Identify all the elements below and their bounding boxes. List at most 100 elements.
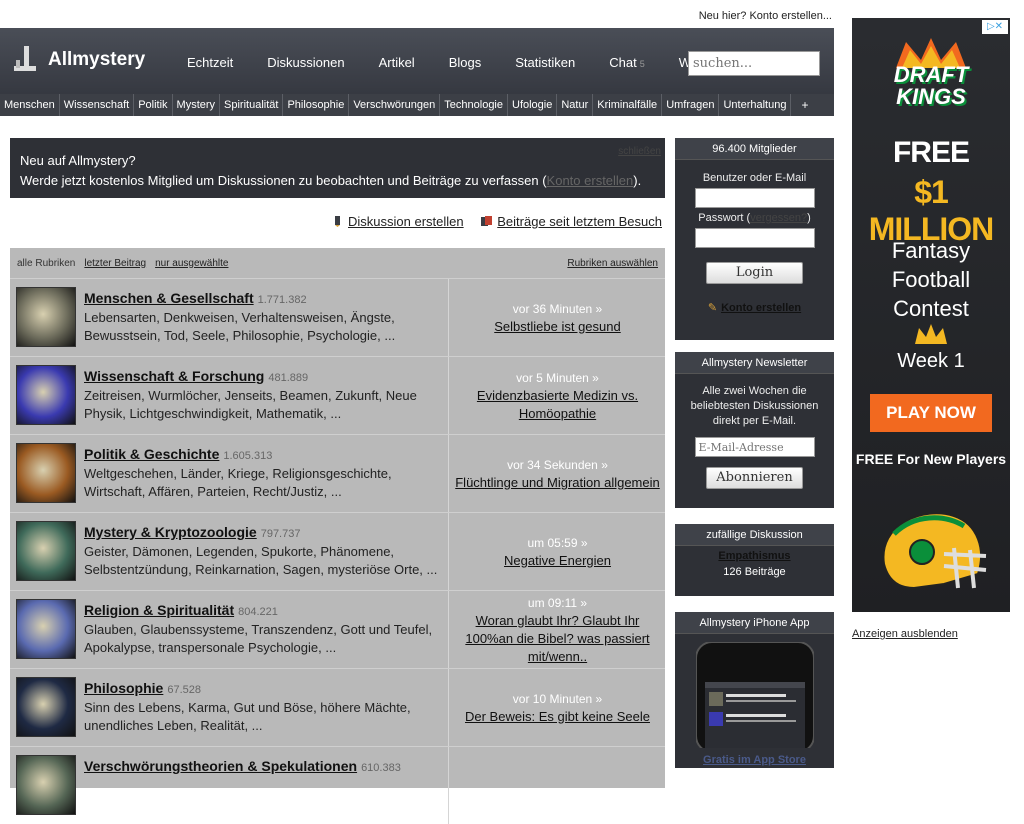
category-tab[interactable]: Unterhaltung [719,94,792,116]
last-post-topic-link[interactable]: Woran glaubt Ihr? Glaubt Ihr 100%an die … [450,612,665,666]
forum-title-link[interactable]: Menschen & Gesellschaft [84,290,254,306]
random-discussion-link[interactable]: Empathismus [675,550,834,562]
forum-title-link[interactable]: Philosophie [84,680,163,696]
last-post-time[interactable]: vor 10 Minuten » [513,690,602,708]
newsletter-email-field[interactable] [694,437,815,457]
category-tab[interactable]: Ufologie [508,94,558,116]
create-discussion-link[interactable]: Diskussion erstellen [332,214,464,229]
posts-since-last-visit-link[interactable]: Beiträge seit letztem Besuch [481,214,662,229]
last-post-time[interactable]: um 09:11 » [528,594,587,612]
nav-artikel[interactable]: Artikel [362,55,432,70]
password-label: Passwort (vergessen?) [675,212,834,224]
username-field[interactable] [694,188,815,208]
forum-info: Religion & Spiritualität 804.221 Glauben, … [84,601,444,657]
login-box: 96.400 Mitglieder Benutzer oder E-Mail P… [675,138,834,340]
forum-row: Philosophie 67.528 Sinn des Lebens, Karma,… [10,668,665,746]
last-post-topic-link[interactable]: Flüchtlinge und Migration allgemein [455,474,660,492]
main-nav: Echtzeit Diskussionen Artikel Blogs Stat… [170,28,707,96]
category-tab[interactable]: Menschen [0,94,60,116]
last-post-time[interactable]: vor 5 Minuten » [516,369,599,387]
category-tab[interactable]: Politik [134,94,173,116]
subscribe-button[interactable]: Abonnieren [706,467,803,489]
play-now-button[interactable]: PLAY NOW [870,394,992,432]
logo-icon [14,46,38,74]
nav-label: Diskussionen [267,54,345,70]
forum-list: alle Rubriken letzter Beitrag nur ausgew… [10,248,665,824]
login-button[interactable]: Login [706,262,803,284]
nav-statistiken[interactable]: Statistiken [498,55,592,70]
search-input[interactable] [688,51,820,76]
forum-thumbnail-image[interactable] [16,599,76,659]
nav-label: Statistiken [515,54,576,70]
create-account-link[interactable]: Konto erstellen [721,302,801,314]
ad-contest-text: Fantasy Football Contest [891,238,971,321]
choose-categories-link[interactable]: Rubriken auswählen [567,258,658,269]
ad-choices-icon[interactable]: ▷✕ [982,20,1008,34]
ad-new-players-text: FREE For New Players [855,451,1007,467]
forum-thumbnail-image[interactable] [16,443,76,503]
ad-free-text: FREE [892,136,970,169]
notice-signup-link[interactable]: Konto erstellen [547,173,634,188]
category-tab[interactable]: Spiritualität [220,94,284,116]
category-tab[interactable]: Technologie [440,94,508,116]
last-post-time[interactable]: vor 34 Sekunden » [507,456,608,474]
forum-title-link[interactable]: Verschwörungstheorien & Spekulationen [84,758,357,774]
category-tab[interactable]: Philosophie [283,94,350,116]
hide-ads-link[interactable]: Anzeigen ausblenden [852,628,958,640]
iphone-screenshot-image[interactable] [695,642,814,748]
filter-last-post[interactable]: letzter Beitrag [84,258,146,269]
forum-title-link[interactable]: Wissenschaft & Forschung [84,368,264,384]
last-post-time[interactable]: um 05:59 » [527,534,587,552]
ad-brand-line1: DRAFT [893,62,969,87]
column-divider [448,513,449,590]
last-post-time[interactable]: vor 36 Minuten » [513,300,602,318]
category-tab[interactable]: Wissenschaft [60,94,135,116]
password-field[interactable] [694,228,815,248]
forum-thumbnail-image[interactable] [16,287,76,347]
filter-all[interactable]: alle Rubriken [17,258,75,269]
notice-close-link[interactable]: schließen [618,142,661,162]
category-tab[interactable]: Natur [557,94,594,116]
random-discussion-box: zufällige Diskussion Empathismus 126 Bei… [675,524,834,596]
forum-thumbnail-image[interactable] [16,365,76,425]
posts-icon [481,216,493,226]
forum-title-link[interactable]: Mystery & Kryptozoologie [84,524,257,540]
category-tab[interactable]: Umfragen [662,94,720,116]
last-post-topic-link[interactable]: Der Beweis: Es gibt keine Seele [465,708,650,726]
create-discussion-label: Diskussion erstellen [348,214,464,229]
filter-selected[interactable]: nur ausgewählte [155,258,228,269]
last-post-topic-link[interactable]: Negative Energien [504,552,611,570]
posts-since-label: Beiträge seit letztem Besuch [497,214,662,229]
category-tab[interactable]: Verschwörungen [349,94,441,116]
nav-echtzeit[interactable]: Echtzeit [170,55,250,70]
forum-thumbnail-image[interactable] [16,521,76,581]
action-links: Diskussion erstellen Beiträge seit letzt… [10,214,662,234]
nav-blogs[interactable]: Blogs [432,55,499,70]
app-store-link[interactable]: Gratis im App Store [675,754,834,766]
last-post-topic-link[interactable]: Evidenzbasierte Medizin vs. Homöopathie [450,387,665,423]
forum-row: Politik & Geschichte 1.605.313 Weltgescheh… [10,434,665,512]
column-divider [448,435,449,512]
forum-title-link[interactable]: Religion & Spiritualität [84,602,234,618]
nav-diskussionen[interactable]: Diskussionen [250,55,361,70]
site-logo[interactable]: Allmystery [14,46,145,74]
signup-link[interactable]: Neu hier? Konto erstellen... [699,10,832,22]
chat-count-badge: 5 [639,58,645,69]
nav-chat[interactable]: Chat 5 [592,55,661,70]
category-tab[interactable]: Mystery [173,94,221,116]
forum-list-header: alle Rubriken letzter Beitrag nur ausgew… [10,248,665,278]
iphone-app-title: Allmystery iPhone App [675,612,834,634]
category-tab[interactable]: Kriminalfälle [593,94,663,116]
forum-thumbnail-image[interactable] [16,677,76,737]
forum-row: Menschen & Gesellschaft 1.771.382 Lebensar… [10,278,665,356]
more-categories-button[interactable]: + [791,94,818,116]
forum-description: Lebensarten, Denkweisen, Verhaltensweise… [84,310,396,343]
advertisement-banner[interactable]: ▷✕ DRAFT KINGS FREE $1 MILLION Fantasy Fo… [852,18,1010,612]
forum-post-count: 1.605.313 [223,450,273,462]
forum-row: Wissenschaft & Forschung 481.889 Zeitreise… [10,356,665,434]
small-crown-icon [915,324,947,344]
last-post-topic-link[interactable]: Selbstliebe ist gesund [494,318,620,336]
forum-thumbnail-image[interactable] [16,755,76,815]
forum-title-link[interactable]: Politik & Geschichte [84,446,219,462]
forgot-password-link[interactable]: vergessen? [750,212,807,224]
